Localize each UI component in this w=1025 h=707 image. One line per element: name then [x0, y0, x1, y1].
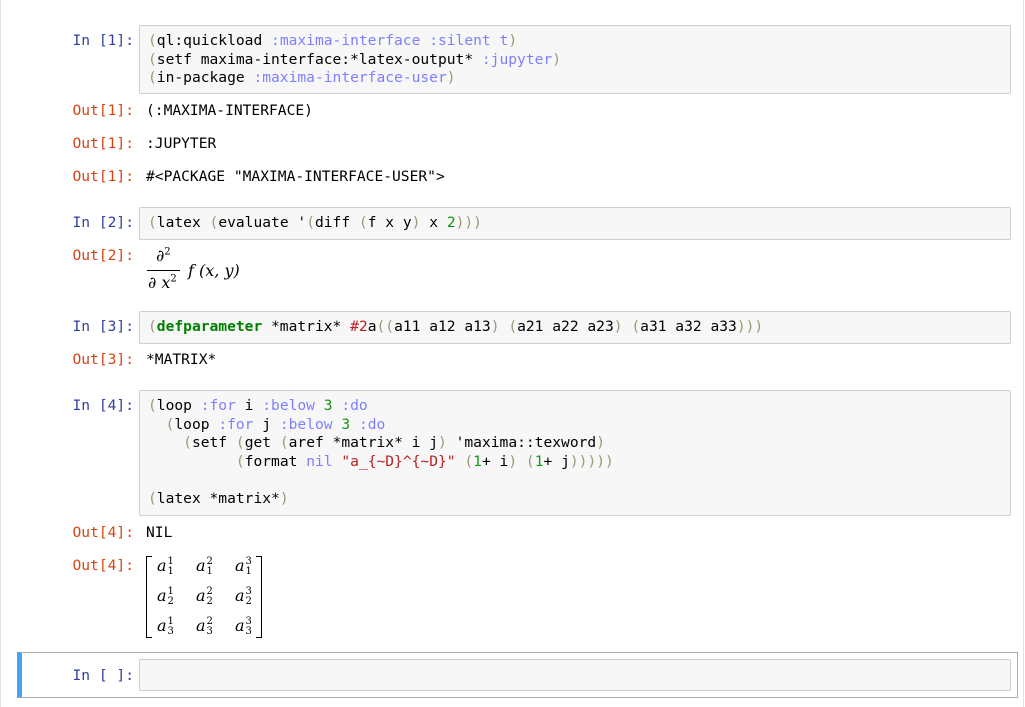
matrix-entry: a32 [235, 585, 252, 607]
matrix-right-bracket [256, 556, 262, 638]
code-line: (ql:quickload :maxima-interface :silent … [148, 32, 518, 49]
matrix-entry: a13 [157, 615, 174, 637]
matrix-entry: a21 [196, 555, 213, 577]
input-prompt-1: In [1]: [72, 32, 134, 49]
input-prompt-3: In [3]: [72, 318, 134, 335]
output-prompt-1b: Out[1]: [72, 135, 134, 152]
code-line: (format nil "a_{~D}^{~D}" (1+ i) (1+ j))… [235, 452, 614, 470]
code-line: (in-package :maxima-interface-user) [148, 69, 456, 87]
input-prompt-5: In [ ]: [72, 667, 134, 684]
code-line: (latex (evaluate '(diff (f x y) x 2))) [148, 214, 482, 231]
code-line: (setf (get (aref *matrix* i j) 'maxima::… [183, 434, 605, 452]
output-text-1c: #<PACKAGE "MAXIMA-INTERFACE-USER"> [146, 168, 445, 185]
code-cell-3[interactable]: (defparameter *matrix* #2a((a11 a12 a13)… [139, 311, 1011, 344]
output-text-1b: :JUPYTER [146, 135, 217, 152]
matrix-entry: a12 [157, 585, 174, 607]
matrix-entry: a11 [157, 555, 174, 577]
code-line: (loop :for i :below 3 :do [148, 397, 368, 414]
code-line: (loop :for j :below 3 :do [165, 415, 386, 433]
code-cell-1[interactable]: (ql:quickload :maxima-interface :silent … [139, 25, 1011, 94]
math-function: f (x, y) [188, 261, 240, 280]
output-prompt-2: Out[2]: [72, 247, 134, 264]
matrix-entry: a23 [196, 615, 213, 637]
output-prompt-3: Out[3]: [72, 351, 134, 368]
math-denominator: ∂ x2 [148, 273, 177, 292]
matrix-left-bracket [146, 556, 152, 638]
input-prompt-2: In [2]: [72, 214, 134, 231]
input-prompt-4: In [4]: [72, 397, 134, 414]
code-cell-5-input[interactable] [139, 659, 1011, 691]
code-line: (defparameter *matrix* #2a((a11 a12 a13)… [148, 318, 764, 335]
code-line: (latex *matrix*) [148, 490, 289, 507]
matrix-entry: a31 [235, 555, 252, 577]
code-line: (setf maxima-interface:*latex-output* :j… [148, 50, 561, 68]
output-text-1a: (:MAXIMA-INTERFACE) [146, 102, 313, 119]
output-prompt-4b: Out[4]: [72, 557, 134, 574]
math-numerator: ∂2 [156, 246, 171, 265]
fraction-bar [147, 270, 180, 271]
matrix-entry: a22 [196, 585, 213, 607]
code-cell-2[interactable]: (latex (evaluate '(diff (f x y) x 2))) [139, 207, 1011, 240]
matrix-entry: a33 [235, 615, 252, 637]
output-prompt-1c: Out[1]: [72, 168, 134, 185]
output-prompt-1a: Out[1]: [72, 102, 134, 119]
code-cell-4[interactable]: (loop :for i :below 3 :do (loop :for j :… [139, 390, 1011, 516]
output-prompt-4a: Out[4]: [72, 524, 134, 541]
output-text-3: *MATRIX* [146, 351, 217, 368]
output-text-4a: NIL [146, 524, 173, 541]
